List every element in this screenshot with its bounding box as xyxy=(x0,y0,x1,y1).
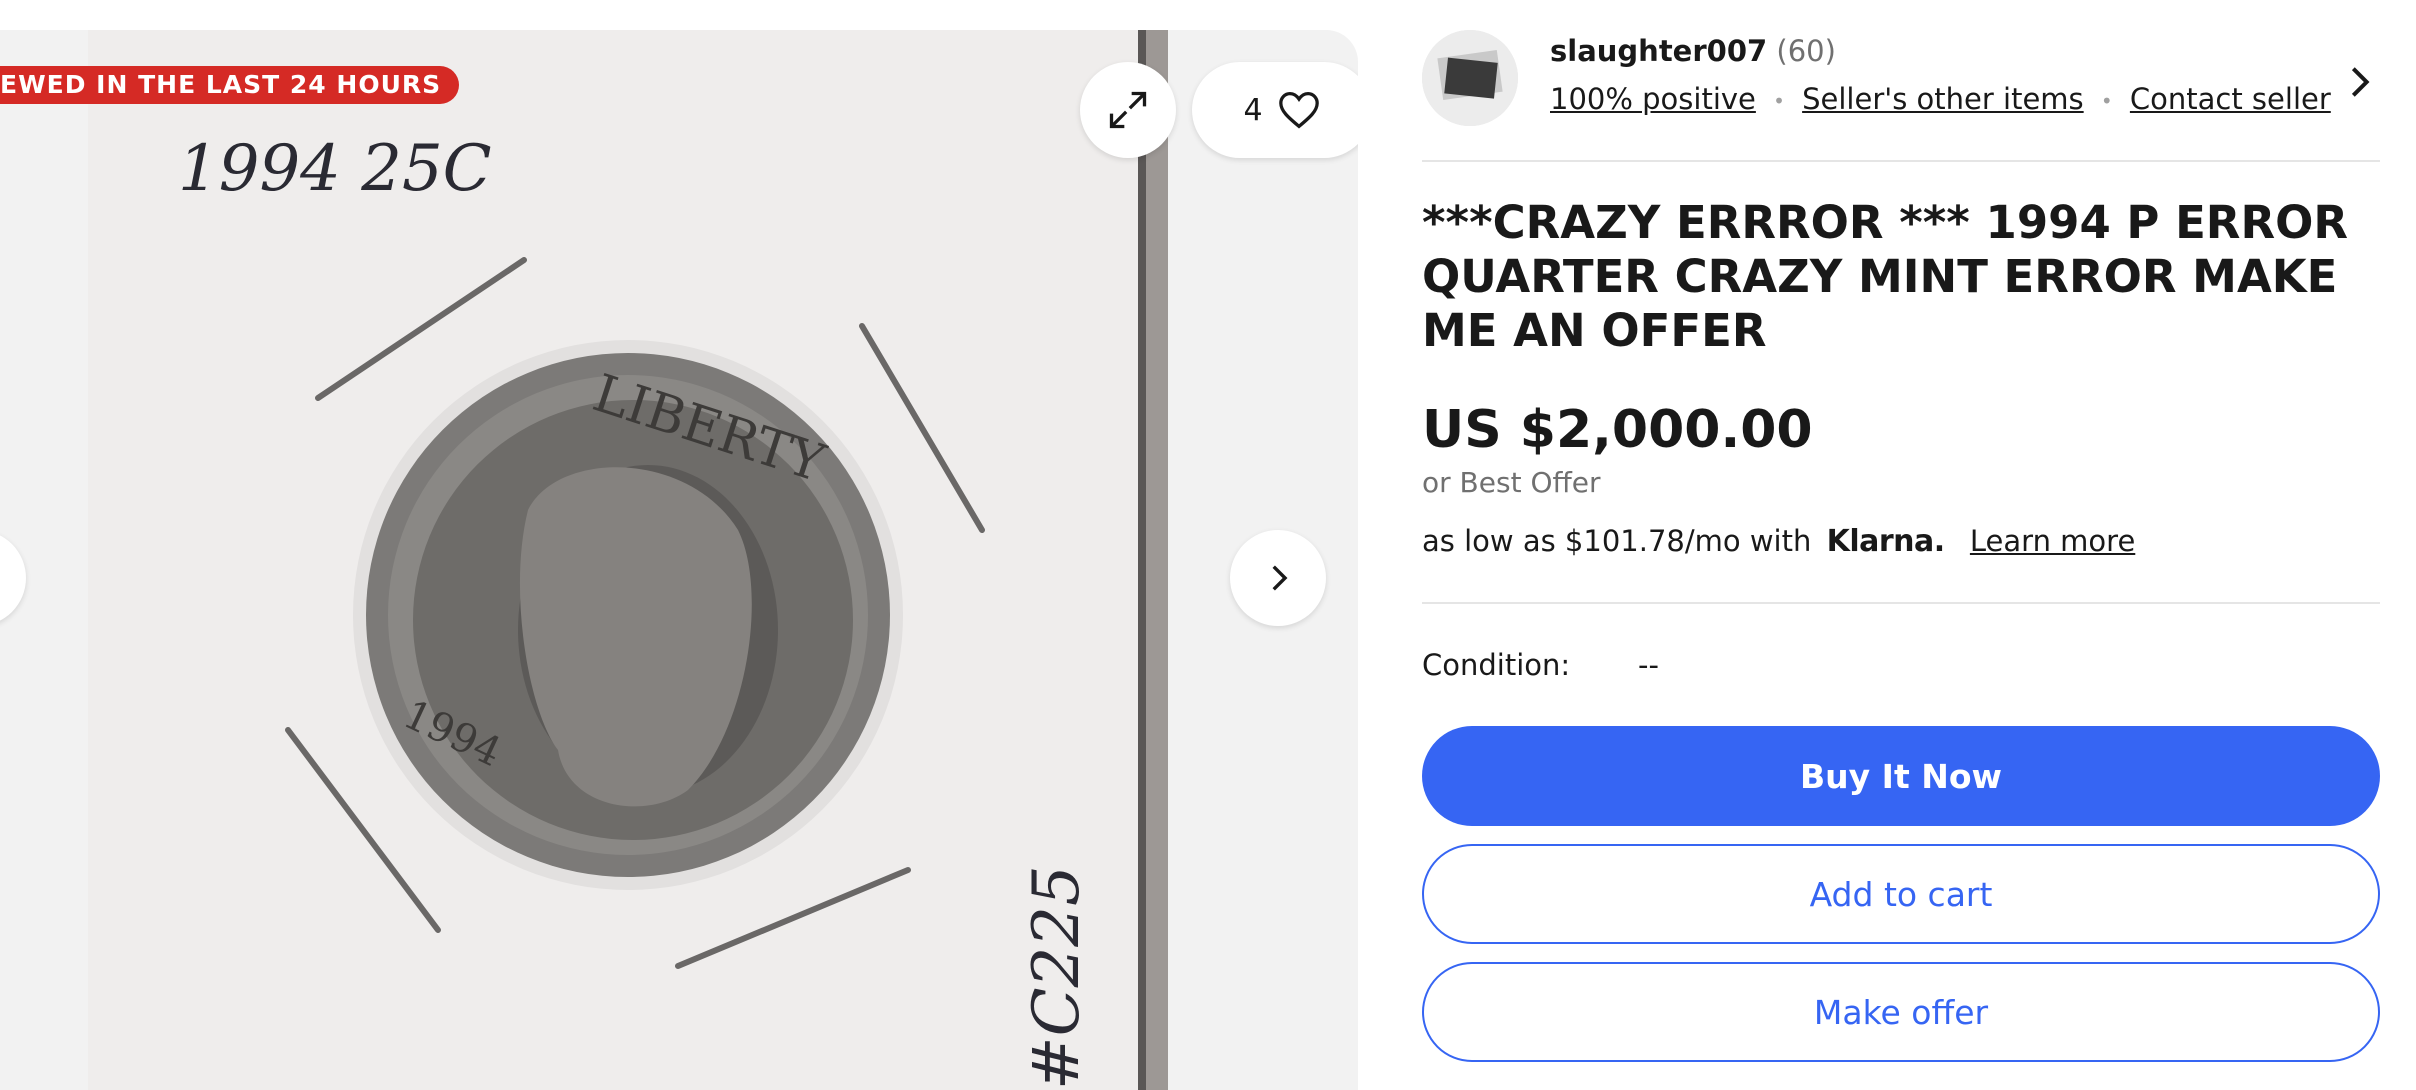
seller-name-line: slaughter007 (60) xyxy=(1550,34,1836,68)
best-offer-note: or Best Offer xyxy=(1422,466,1601,499)
separator-dot: • xyxy=(2100,89,2113,113)
make-offer-button[interactable]: Make offer xyxy=(1422,962,2380,1062)
previous-image-button[interactable] xyxy=(0,530,26,626)
listing-panel: slaughter007 (60) 100% positive • Seller… xyxy=(1422,0,2380,1078)
klarna-logo: Klarna. xyxy=(1826,524,1946,559)
coin-photo-illustration: LIBERTY 1994 1994 25C #C225 xyxy=(88,30,1168,1090)
item-photo[interactable]: LIBERTY 1994 1994 25C #C225 xyxy=(88,30,1168,1090)
chevron-right-icon xyxy=(1272,565,1288,591)
next-image-button[interactable] xyxy=(1230,530,1326,626)
image-gallery: LIBERTY 1994 1994 25C #C225 EWED IN THE … xyxy=(0,30,1358,1090)
seller-info: slaughter007 (60) 100% positive • Seller… xyxy=(1422,28,2380,162)
expand-icon xyxy=(1109,91,1147,129)
buy-it-now-button[interactable]: Buy It Now xyxy=(1422,726,2380,826)
viewed-badge: EWED IN THE LAST 24 HOURS xyxy=(0,66,460,104)
seller-name[interactable]: slaughter007 xyxy=(1550,34,1767,68)
separator-dot: • xyxy=(1773,89,1785,113)
divider xyxy=(1422,602,2380,604)
expand-image-button[interactable] xyxy=(1080,62,1176,158)
learn-more-link[interactable]: Learn more xyxy=(1970,524,2135,558)
price: US $2,000.00 xyxy=(1422,400,1813,460)
seller-links: 100% positive • Seller's other items • C… xyxy=(1550,82,2331,116)
watch-button[interactable]: 4 xyxy=(1192,62,1358,158)
heart-icon xyxy=(1278,91,1319,129)
positive-feedback-link[interactable]: 100% positive xyxy=(1550,82,1756,116)
seller-avatar-image xyxy=(1422,30,1518,126)
financing-text: as low as $101.78/mo with xyxy=(1422,524,1812,558)
financing-line: as low as $101.78/mo with Klarna. Learn … xyxy=(1422,524,2135,559)
watch-count: 4 xyxy=(1243,92,1263,128)
avatar[interactable] xyxy=(1422,30,1518,126)
listing-title: ***CRAZY ERRROR *** 1994 P ERROR QUARTER… xyxy=(1422,196,2349,357)
condition-label: Condition: xyxy=(1422,648,1571,682)
contact-seller-link[interactable]: Contact seller xyxy=(2130,82,2331,116)
handwriting-top: 1994 25C xyxy=(178,132,492,206)
chevron-right-icon[interactable] xyxy=(2340,62,2380,102)
handwriting-side: #C225 xyxy=(1020,865,1094,1090)
seller-feedback-count: (60) xyxy=(1776,34,1836,68)
condition-value: -- xyxy=(1638,648,1659,682)
add-to-cart-button[interactable]: Add to cart xyxy=(1422,844,2380,944)
seller-other-items-link[interactable]: Seller's other items xyxy=(1802,82,2084,116)
